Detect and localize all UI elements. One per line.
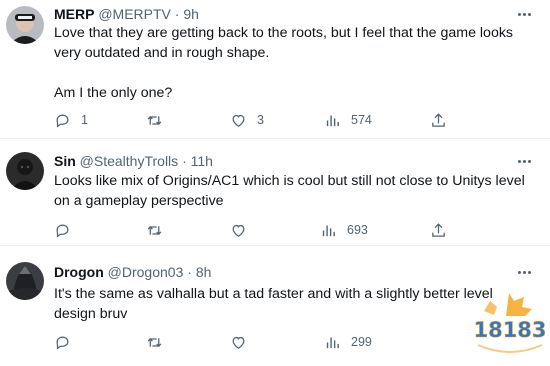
- heart-icon: [232, 114, 245, 127]
- share-icon: [432, 222, 445, 237]
- heart-icon: [232, 224, 245, 237]
- avatar[interactable]: [6, 152, 44, 190]
- retweet-icon: [147, 115, 162, 125]
- reply-count: 1: [81, 113, 88, 127]
- reply-icon: [56, 224, 69, 238]
- more-options-icon[interactable]: [514, 152, 534, 170]
- tweet-paragraph: It's the same as valhalla but a tad fast…: [54, 286, 493, 322]
- reply-feed: MERP @MERPTV · 9h Love that they are get…: [0, 0, 550, 363]
- more-options-icon[interactable]: [514, 263, 534, 281]
- tweet-paragraph: Am I the only one?: [54, 85, 173, 101]
- display-name[interactable]: MERP: [54, 6, 94, 22]
- display-name[interactable]: Drogon: [54, 264, 104, 280]
- views-button[interactable]: 299: [324, 332, 372, 352]
- more-options-icon[interactable]: [514, 5, 534, 23]
- user-handle[interactable]: @StealthyTrolls: [80, 153, 179, 169]
- avatar[interactable]: [6, 262, 44, 300]
- tweet-header: Drogon @Drogon03 · 8h: [54, 263, 211, 281]
- tweet[interactable]: MERP @MERPTV · 9h Love that they are get…: [0, 0, 550, 138]
- views-icon: [326, 337, 339, 348]
- retweet-button[interactable]: [146, 110, 173, 130]
- like-count: 3: [257, 113, 264, 127]
- share-icon: [432, 112, 445, 127]
- display-name[interactable]: Sin: [54, 153, 76, 169]
- reply-button[interactable]: 1: [54, 110, 88, 130]
- like-button[interactable]: 3: [230, 110, 264, 130]
- separator-dot: ·: [182, 153, 187, 169]
- heart-icon: [232, 336, 245, 349]
- retweet-button[interactable]: [146, 220, 173, 240]
- tweet-text: Looks like mix of Origins/AC1 which is c…: [54, 171, 532, 211]
- tweet-text: It's the same as valhalla but a tad fast…: [54, 284, 494, 324]
- retweet-icon: [147, 225, 162, 235]
- reply-button[interactable]: [54, 332, 81, 352]
- views-button[interactable]: 693: [320, 220, 368, 240]
- tweet-actions: 1 3 574: [54, 110, 514, 130]
- view-count: 693: [347, 223, 368, 237]
- separator-dot: ·: [174, 6, 180, 22]
- watermark-text: 18183: [473, 318, 546, 342]
- tweet[interactable]: Drogon @Drogon03 · 8h It's the same as v…: [0, 246, 550, 363]
- retweet-icon: [147, 337, 162, 347]
- tweet-header: Sin @StealthyTrolls · 11h: [54, 152, 213, 170]
- views-button[interactable]: 574: [324, 110, 372, 130]
- view-count: 299: [351, 335, 372, 349]
- like-button[interactable]: [230, 220, 257, 240]
- tweet-header: MERP @MERPTV · 9h: [54, 5, 199, 23]
- reply-button[interactable]: [54, 220, 81, 240]
- reply-icon: [56, 114, 69, 128]
- view-count: 574: [351, 113, 372, 127]
- reply-icon: [56, 336, 69, 350]
- tweet-text: Love that they are getting back to the r…: [54, 23, 532, 103]
- separator-dot: ·: [187, 264, 192, 280]
- timestamp[interactable]: 11h: [191, 153, 213, 169]
- timestamp[interactable]: 9h: [183, 6, 199, 22]
- timestamp[interactable]: 8h: [196, 264, 212, 280]
- tweet[interactable]: Sin @StealthyTrolls · 11h Looks like mix…: [0, 139, 550, 245]
- retweet-button[interactable]: [146, 332, 173, 352]
- watermark-logo: 18183: [470, 287, 548, 361]
- user-handle[interactable]: @Drogon03: [108, 264, 184, 280]
- share-button[interactable]: [430, 110, 447, 130]
- share-button[interactable]: [430, 220, 447, 240]
- views-icon: [326, 115, 339, 126]
- tweet-actions: 693: [54, 220, 514, 240]
- tweet-paragraph: Looks like mix of Origins/AC1 which is c…: [54, 173, 525, 209]
- like-button[interactable]: [230, 332, 257, 352]
- avatar[interactable]: [6, 6, 44, 44]
- user-handle[interactable]: @MERPTV: [98, 6, 171, 22]
- tweet-actions: 299: [54, 332, 514, 352]
- views-icon: [322, 225, 335, 236]
- tweet-paragraph: Love that they are getting back to the r…: [54, 25, 514, 61]
